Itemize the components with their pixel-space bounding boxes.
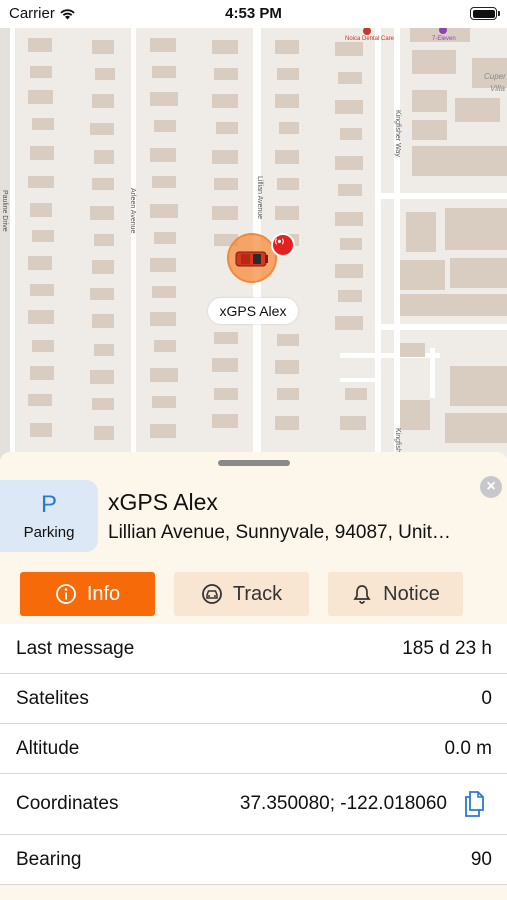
battery-icon [470, 7, 500, 20]
map-view[interactable]: Pauline Drive Arleen Avenue Lillian Aven… [0, 28, 507, 460]
marker-name-label[interactable]: xGPS Alex [208, 298, 298, 324]
detail-value: 37.350080; -122.018060 [239, 793, 447, 814]
bell-icon [353, 585, 371, 604]
tab-notice[interactable]: Notice [328, 572, 463, 616]
street-label-lillian: Lillian Avenue [256, 176, 263, 220]
poi-7eleven[interactable]: 7-Eleven [432, 36, 456, 42]
detail-row-altitude: Altitude 0.0 m [0, 724, 507, 774]
city-label-2: Villa [490, 84, 505, 93]
device-title: xGPS Alex [108, 489, 218, 515]
detail-label: Last message [16, 637, 135, 659]
street-label-kingfisher: Kingfisher Way [394, 110, 401, 157]
detail-value: 90 [470, 848, 492, 870]
tab-notice-label: Notice [383, 582, 440, 605]
copy-icon[interactable] [463, 791, 487, 817]
detail-label: Bearing [16, 848, 82, 870]
poi-dental[interactable]: Noica Dental Care [345, 36, 394, 42]
detail-value: 185 d 23 h [402, 637, 492, 659]
sheet-grabber[interactable] [218, 460, 290, 466]
signal-icon [271, 233, 295, 257]
info-icon [55, 584, 76, 604]
detail-value: 0 [481, 687, 492, 709]
detail-row-last-message: Last message 185 d 23 h [0, 624, 507, 674]
city-label-1: Cuper [484, 72, 506, 81]
street-label-arleen: Arleen Avenue [129, 188, 136, 234]
detail-row-bearing: Bearing 90 [0, 835, 507, 885]
street-label-kingfish: Kingfish [394, 428, 401, 453]
tab-info-label: Info [86, 582, 121, 605]
parking-label: Parking [23, 524, 75, 541]
car-icon [201, 584, 222, 604]
details-list: Last message 185 d 23 h Satelites 0 Alti… [0, 624, 507, 885]
detail-row-satellites: Satelites 0 [0, 674, 507, 724]
tab-track-label: Track [232, 582, 283, 605]
vehicle-marker[interactable] [227, 233, 277, 283]
clock: 4:53 PM [225, 5, 282, 22]
tab-info[interactable]: Info [20, 572, 155, 616]
tab-track[interactable]: Track [174, 572, 309, 616]
bottom-sheet: × P Parking xGPS Alex Lillian Avenue, Su… [0, 452, 507, 900]
detail-row-coordinates: Coordinates 37.350080; -122.018060 [0, 774, 507, 835]
device-address: Lillian Avenue, Sunnyvale, 94087, Unit… [108, 522, 451, 543]
tab-bar: Info Track Notice [0, 563, 507, 620]
status-bar: Carrier 4:53 PM [0, 0, 507, 28]
detail-value: 0.0 m [444, 737, 492, 759]
parking-badge: P Parking [0, 480, 98, 552]
detail-label: Satelites [16, 687, 89, 709]
street-label-pauline: Pauline Drive [1, 190, 8, 232]
detail-label: Altitude [16, 737, 80, 759]
detail-label: Coordinates [16, 793, 119, 814]
close-icon[interactable]: × [480, 476, 502, 498]
parking-letter: P [40, 491, 57, 518]
car-icon [235, 251, 268, 267]
